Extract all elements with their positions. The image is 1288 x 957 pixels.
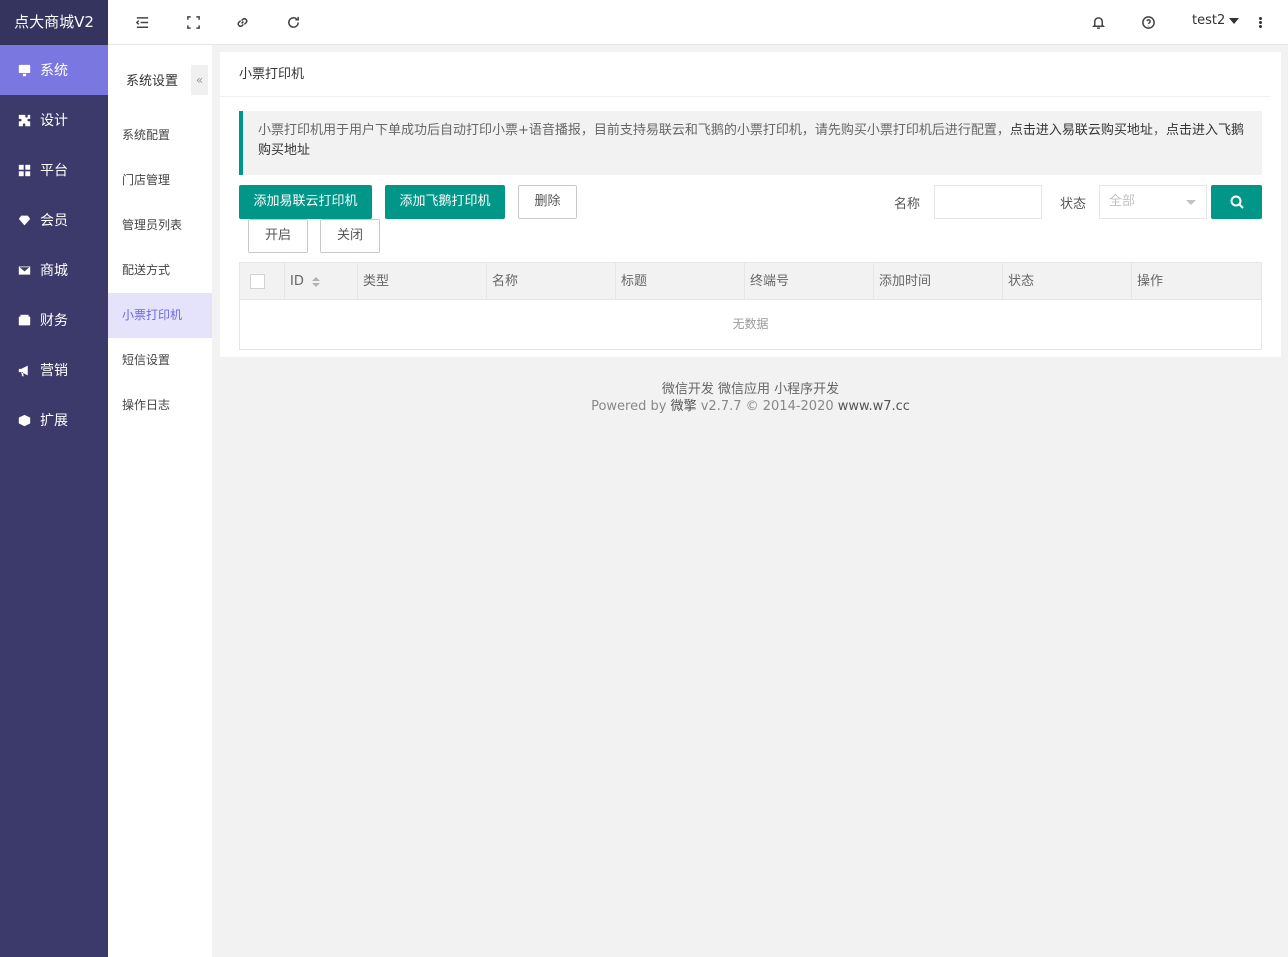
subnav-header: 系统设置 « bbox=[108, 45, 212, 113]
collapse-subnav-button[interactable]: « bbox=[191, 65, 208, 95]
megaphone-icon bbox=[17, 363, 31, 377]
yilianyun-purchase-link[interactable]: 点击进入易联云购买地址 bbox=[1010, 123, 1153, 138]
notice-text: 小票打印机用于用户下单成功后自动打印小票+语音播报，目前支持易联云和飞鹅的小票打… bbox=[258, 123, 1010, 138]
name-filter-label: 名称 bbox=[894, 197, 921, 212]
monitor-icon bbox=[17, 63, 31, 77]
sidebar-item-platform[interactable]: 平台 bbox=[0, 145, 108, 195]
printer-table: ID 类型 名称 标题 终端号 添加时间 状态 操作 无数据 bbox=[239, 262, 1262, 350]
search-button[interactable] bbox=[1211, 185, 1262, 219]
page-title: 小票打印机 bbox=[220, 52, 1271, 97]
notice-box: 小票打印机用于用户下单成功后自动打印小票+语音播报，目前支持易联云和飞鹅的小票打… bbox=[239, 111, 1262, 175]
top-bar: test2 bbox=[108, 0, 1288, 45]
bell-icon[interactable] bbox=[1090, 14, 1107, 31]
subnav-title: 系统设置 bbox=[126, 73, 179, 89]
sidebar-item-label: 财务 bbox=[40, 313, 68, 329]
add-yilianyun-printer-button[interactable]: 添加易联云打印机 bbox=[239, 185, 372, 219]
sidebar-item-label: 营销 bbox=[40, 363, 68, 379]
mail-icon bbox=[17, 263, 31, 277]
user-menu[interactable]: test2 bbox=[1192, 13, 1240, 28]
powered-by: Powered by 微擎 v2.7.7 © 2014-2020 www.w7.… bbox=[220, 398, 1281, 415]
add-feie-printer-button[interactable]: 添加飞鹅打印机 bbox=[385, 185, 505, 219]
powered-prefix: Powered by bbox=[591, 399, 667, 414]
link-icon[interactable] bbox=[234, 14, 251, 31]
name-filter-input[interactable] bbox=[934, 185, 1042, 219]
sidebar-item-label: 设计 bbox=[40, 113, 68, 129]
subnav-item-sms-settings[interactable]: 短信设置 bbox=[108, 338, 212, 383]
sidebar-item-system[interactable]: 系统 bbox=[0, 45, 108, 95]
notice-separator: ， bbox=[1152, 123, 1166, 138]
sidebar-item-label: 扩展 bbox=[40, 413, 68, 429]
menu-fold-icon[interactable] bbox=[134, 14, 151, 31]
diamond-icon bbox=[17, 213, 31, 227]
sidebar-item-label: 平台 bbox=[40, 163, 68, 179]
fullscreen-icon[interactable] bbox=[185, 14, 202, 31]
subnav-item-receipt-printer[interactable]: 小票打印机 bbox=[108, 293, 212, 338]
powered-brand[interactable]: 微擎 bbox=[671, 399, 697, 414]
footer: 微信开发 微信应用 小程序开发 Powered by 微擎 v2.7.7 © 2… bbox=[220, 381, 1281, 415]
status-filter-select[interactable]: 全部 bbox=[1099, 185, 1207, 219]
grid-icon bbox=[17, 163, 31, 177]
sidebar-item-extension[interactable]: 扩展 bbox=[0, 395, 108, 445]
footer-links: 微信开发 微信应用 小程序开发 bbox=[220, 381, 1281, 398]
column-header-id[interactable]: ID bbox=[285, 263, 358, 300]
column-header-status: 状态 bbox=[1003, 263, 1132, 300]
status-filter-value: 全部 bbox=[1109, 194, 1136, 209]
wallet-icon bbox=[17, 313, 31, 327]
subnav-item-admin-list[interactable]: 管理员列表 bbox=[108, 203, 212, 248]
subnav-item-system-config[interactable]: 系统配置 bbox=[108, 113, 212, 158]
chevron-down-icon bbox=[1186, 200, 1196, 205]
main-card: 小票打印机 小票打印机用于用户下单成功后自动打印小票+语音播报，目前支持易联云和… bbox=[220, 52, 1281, 357]
brand-logo[interactable]: 点大商城V2 bbox=[0, 0, 108, 45]
delete-button[interactable]: 删除 bbox=[518, 185, 577, 219]
sub-navigation: 系统设置 « 系统配置 门店管理 管理员列表 配送方式 小票打印机 短信设置 操… bbox=[108, 45, 212, 957]
help-icon[interactable] bbox=[1140, 14, 1157, 31]
status-filter-label: 状态 bbox=[1060, 197, 1087, 212]
version-text: v2.7.7 © 2014-2020 bbox=[700, 399, 834, 414]
more-vertical-icon[interactable] bbox=[1256, 14, 1264, 31]
site-link[interactable]: www.w7.cc bbox=[838, 399, 910, 414]
chevron-down-icon bbox=[1229, 17, 1240, 24]
sidebar-item-marketing[interactable]: 营销 bbox=[0, 345, 108, 395]
cube-icon bbox=[17, 413, 31, 427]
column-header-label: ID bbox=[290, 274, 304, 289]
sidebar-item-mall[interactable]: 商城 bbox=[0, 245, 108, 295]
table-header: ID 类型 名称 标题 终端号 添加时间 状态 操作 bbox=[240, 263, 1261, 300]
subnav-item-operation-log[interactable]: 操作日志 bbox=[108, 383, 212, 428]
main-sidebar: 点大商城V2 系统 设计 平台 会员 商城 财务 营销 扩展 bbox=[0, 0, 108, 957]
column-header-created-time: 添加时间 bbox=[874, 263, 1003, 300]
sidebar-item-label: 会员 bbox=[40, 213, 68, 229]
column-header-title: 标题 bbox=[616, 263, 745, 300]
select-all-cell bbox=[240, 263, 285, 300]
column-header-name: 名称 bbox=[487, 263, 616, 300]
user-name: test2 bbox=[1192, 13, 1226, 28]
sidebar-item-finance[interactable]: 财务 bbox=[0, 295, 108, 345]
footer-link-miniprogram-dev[interactable]: 小程序开发 bbox=[774, 382, 839, 397]
search-icon bbox=[1230, 195, 1244, 209]
sidebar-item-label: 系统 bbox=[40, 63, 68, 79]
footer-link-wechat-dev[interactable]: 微信开发 bbox=[662, 382, 714, 397]
disable-button[interactable]: 关闭 bbox=[320, 219, 380, 253]
footer-link-wechat-apps[interactable]: 微信应用 bbox=[718, 382, 770, 397]
enable-button[interactable]: 开启 bbox=[248, 219, 308, 253]
select-all-checkbox[interactable] bbox=[250, 274, 265, 289]
table-empty-state: 无数据 bbox=[732, 317, 769, 331]
column-header-type: 类型 bbox=[358, 263, 487, 300]
column-header-terminal-no: 终端号 bbox=[745, 263, 874, 300]
sidebar-item-design[interactable]: 设计 bbox=[0, 95, 108, 145]
subnav-item-store-management[interactable]: 门店管理 bbox=[108, 158, 212, 203]
column-header-actions: 操作 bbox=[1137, 274, 1164, 289]
refresh-icon[interactable] bbox=[285, 14, 302, 31]
sidebar-item-member[interactable]: 会员 bbox=[0, 195, 108, 245]
sort-icon[interactable] bbox=[311, 276, 320, 287]
subnav-item-delivery-methods[interactable]: 配送方式 bbox=[108, 248, 212, 293]
puzzle-icon bbox=[17, 113, 31, 127]
sidebar-item-label: 商城 bbox=[40, 263, 68, 279]
